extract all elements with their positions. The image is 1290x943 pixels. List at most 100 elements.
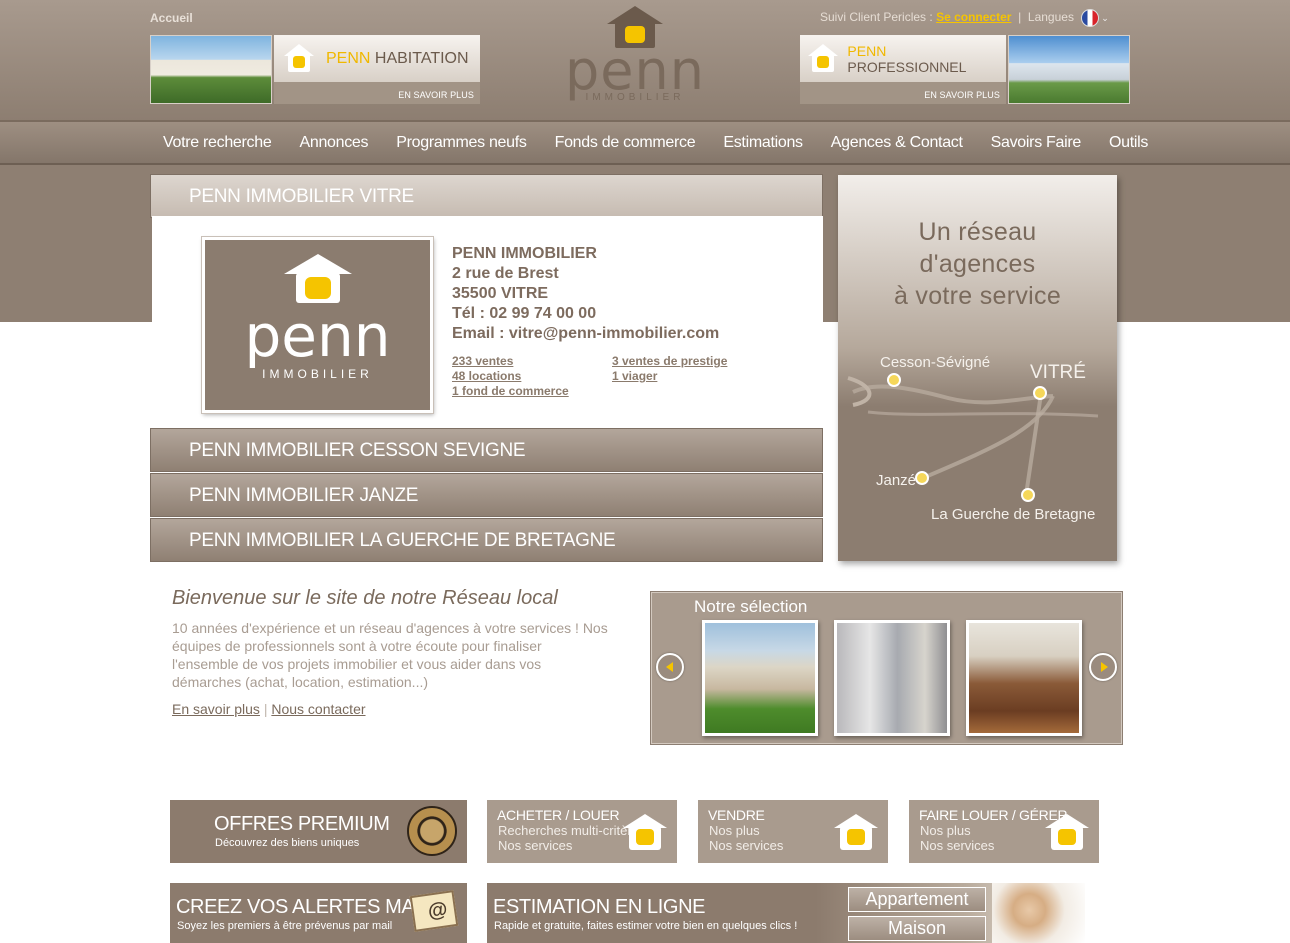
city-marker[interactable] <box>1021 488 1035 502</box>
arrow-right-icon <box>1101 662 1108 672</box>
stat-ventes-link[interactable]: 233 ventes <box>452 354 513 369</box>
login-link[interactable]: Se connecter <box>936 10 1011 24</box>
nav-savoirs-faire[interactable]: Savoirs Faire <box>991 134 1082 152</box>
acheter-line2[interactable]: Nos services <box>498 838 572 853</box>
acheter-title: ACHETER / LOUER <box>497 807 620 823</box>
vendre-line1[interactable]: Nos plus <box>709 823 760 838</box>
network-title-line: d'agences <box>919 250 1036 278</box>
city-janze[interactable]: Janzé <box>876 472 916 489</box>
premium-seal-icon <box>407 806 457 856</box>
premium-title: OFFRES PREMIUM <box>214 813 390 835</box>
french-flag-icon[interactable] <box>1081 9 1100 27</box>
network-title: Un réseau d'agences à votre service <box>838 216 1117 312</box>
arrow-left-icon <box>666 662 673 672</box>
penn-habitation-card[interactable]: PENN HABITATION EN SAVOIR PLUS <box>274 35 480 104</box>
email-envelope-icon <box>409 890 459 932</box>
habitation-more-link[interactable]: EN SAVOIR PLUS <box>274 84 480 104</box>
agency-tab-vitre[interactable]: PENN IMMOBILIER VITRE <box>150 174 823 218</box>
agency-phone: Tél : 02 99 74 00 00 <box>452 305 597 322</box>
estimate-house-button[interactable]: Maison <box>848 916 986 941</box>
network-map: Cesson-Sévigné VITRÉ Janzé La Guerche de… <box>847 354 1099 523</box>
estimate-apartment-button[interactable]: Appartement <box>848 887 986 912</box>
gerer-line1[interactable]: Nos plus <box>920 823 971 838</box>
nav-programmes-neufs[interactable]: Programmes neufs <box>396 134 527 152</box>
property-thumbnail[interactable] <box>702 620 818 736</box>
carousel-prev-button[interactable] <box>656 653 684 681</box>
estimation-sub: Rapide et gratuite, faites estimer votre… <box>494 920 798 932</box>
vendre-title: VENDRE <box>708 807 765 823</box>
city-marker[interactable] <box>887 373 901 387</box>
house-icon <box>808 43 838 74</box>
agency-address: PENN IMMOBILIER 2 rue de Brest 35500 VIT… <box>452 244 719 344</box>
vendre-box[interactable]: VENDRE Nos plus Nos services <box>698 800 888 863</box>
alertes-sub: Soyez les premiers à être prévenus par m… <box>177 920 393 932</box>
stat-locations-link[interactable]: 48 locations <box>452 369 521 384</box>
chevron-down-icon[interactable]: ⌄ <box>1101 13 1109 23</box>
vendre-line2[interactable]: Nos services <box>709 838 783 853</box>
nav-estimations[interactable]: Estimations <box>723 134 803 152</box>
contact-link[interactable]: Nous contacter <box>271 701 365 717</box>
nav-outils[interactable]: Outils <box>1109 134 1148 152</box>
city-cesson[interactable]: Cesson-Sévigné <box>880 354 990 371</box>
penn-logo[interactable]: penn IMMOBILIER <box>545 6 725 118</box>
online-estimation-box: ESTIMATION EN LIGNE Rapide et gratuite, … <box>487 883 1085 943</box>
acheter-louer-box[interactable]: ACHETER / LOUER Recherches multi-critère… <box>487 800 677 863</box>
house-icon <box>1045 814 1089 850</box>
mail-alerts-box[interactable]: CREEZ VOS ALERTES MAIL Soyez les premier… <box>170 883 467 943</box>
carousel-next-button[interactable] <box>1089 653 1117 681</box>
separator: | <box>1018 10 1022 25</box>
client-text: Suivi Client Pericles : <box>820 10 933 25</box>
welcome-links: En savoir plus | Nous contacter <box>172 701 366 717</box>
agency-tab-la-guerche[interactable]: PENN IMMOBILIER LA GUERCHE DE BRETAGNE <box>150 518 823 562</box>
premium-sub: Découvrez des biens uniques <box>215 837 360 849</box>
agency-tab-janze[interactable]: PENN IMMOBILIER JANZE <box>150 473 823 517</box>
agency-logo-word: penn <box>244 302 391 370</box>
selection-title: Notre sélection <box>694 597 808 616</box>
stat-fonds-link[interactable]: 1 fond de commerce <box>452 384 569 399</box>
house-photo[interactable] <box>150 35 272 104</box>
house-icon <box>284 43 314 74</box>
agency-street: 2 rue de Brest <box>452 265 559 282</box>
stat-prestige-link[interactable]: 3 ventes de prestige <box>612 354 727 369</box>
agency-city: 35500 VITRE <box>452 285 549 302</box>
separator: | <box>263 701 268 717</box>
main-nav: Votre recherche Annonces Programmes neuf… <box>0 120 1290 165</box>
welcome-text: 10 années d'expérience et un réseau d'ag… <box>172 620 608 690</box>
professionnel-more-link[interactable]: EN SAVOIR PLUS <box>800 84 1006 104</box>
logo-word: penn <box>565 39 705 102</box>
agency-email[interactable]: Email : vitre@penn-immobilier.com <box>452 324 719 344</box>
gerer-box[interactable]: FAIRE LOUER / GÉRER Nos plus Nos service… <box>909 800 1099 863</box>
agency-name: PENN IMMOBILIER <box>452 245 597 262</box>
property-thumbnail[interactable] <box>834 620 950 736</box>
city-marker[interactable] <box>915 471 929 485</box>
home-link[interactable]: Accueil <box>150 11 193 25</box>
nav-fonds-de-commerce[interactable]: Fonds de commerce <box>555 134 696 152</box>
network-title-line: Un réseau <box>918 218 1037 246</box>
more-info-link[interactable]: En savoir plus <box>172 701 260 717</box>
network-title-line: à votre service <box>893 282 1062 310</box>
stat-viager-link[interactable]: 1 viager <box>612 369 657 384</box>
agency-logo: penn IMMOBILIER <box>202 237 433 413</box>
office-photo[interactable] <box>1008 35 1130 104</box>
city-marker[interactable] <box>1033 386 1047 400</box>
penn-professionnel-card[interactable]: PENN PROFESSIONNEL EN SAVOIR PLUS <box>800 35 1006 104</box>
welcome-title: Bienvenue sur le site de notre Réseau lo… <box>172 587 558 609</box>
languages-label[interactable]: Langues <box>1028 10 1074 24</box>
nav-votre-recherche[interactable]: Votre recherche <box>163 134 272 152</box>
city-la-guerche[interactable]: La Guerche de Bretagne <box>931 506 1095 523</box>
nav-agences-contact[interactable]: Agences & Contact <box>831 134 963 152</box>
gerer-line2[interactable]: Nos services <box>920 838 994 853</box>
city-vitre[interactable]: VITRÉ <box>1030 362 1086 383</box>
family-photo <box>992 883 1085 943</box>
premium-offers-box[interactable]: OFFRES PREMIUM Découvrez des biens uniqu… <box>170 800 467 863</box>
penn-professionnel-label: PENN PROFESSIONNEL <box>847 42 967 75</box>
property-thumbnail[interactable] <box>966 620 1082 736</box>
house-icon <box>834 814 878 850</box>
agency-logo-sub: IMMOBILIER <box>262 367 373 381</box>
penn-habitation-label: PENN HABITATION <box>326 49 469 67</box>
agency-tab-cesson[interactable]: PENN IMMOBILIER CESSON SEVIGNE <box>150 428 823 472</box>
house-icon <box>623 814 667 850</box>
estimation-title: ESTIMATION EN LIGNE <box>493 896 706 918</box>
nav-annonces[interactable]: Annonces <box>299 134 368 152</box>
alertes-title: CREEZ VOS ALERTES MAIL <box>176 896 431 918</box>
